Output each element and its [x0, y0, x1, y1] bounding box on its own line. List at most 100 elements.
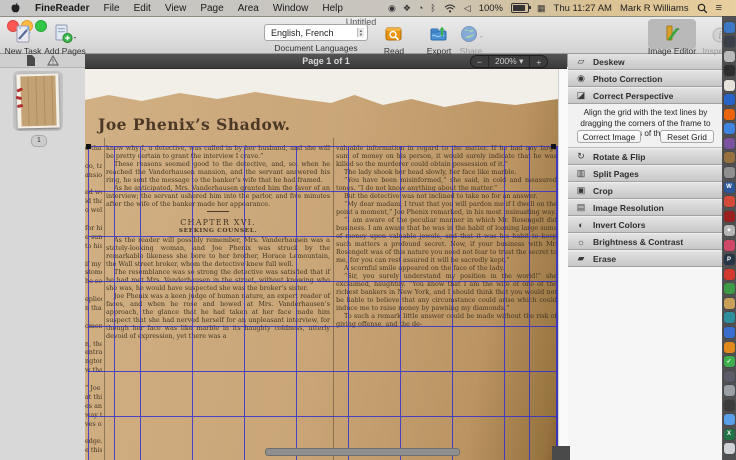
menu-user[interactable]: Mark R Williams [620, 3, 689, 14]
battery-icon[interactable] [511, 3, 529, 13]
screen: FineReader File Edit View Page Area Window Hel… [0, 0, 736, 460]
files-app-icon[interactable] [724, 152, 735, 163]
correct-perspective-content: Align the grid with the text lines by dr… [568, 104, 723, 148]
notes-app-icon[interactable] [724, 80, 735, 91]
photoshop-icon[interactable]: P [724, 254, 735, 265]
perspective-grid-overlay[interactable] [88, 146, 558, 460]
menu-clock[interactable]: Thu 11:27 AM [554, 3, 612, 14]
rotate-flip-tool[interactable]: ↻ Rotate & Flip [568, 148, 723, 165]
zoom-in-button[interactable]: + [529, 56, 547, 67]
tool-icon: ▱ [573, 56, 589, 67]
warnings-tab-icon[interactable] [47, 55, 59, 66]
tool-icon: ▣ [573, 185, 589, 196]
pink-app-icon[interactable] [724, 240, 735, 251]
reset-grid-button[interactable]: Reset Grid [660, 130, 714, 143]
firefox-icon[interactable] [724, 109, 735, 120]
read-button[interactable]: Read [375, 22, 413, 56]
tool-label: Invert Colors [593, 220, 645, 230]
correct-image-button[interactable]: Correct Image [577, 130, 641, 143]
utility-app-icon[interactable] [724, 65, 735, 76]
blue-circle-app-icon[interactable] [724, 327, 735, 338]
blue-app-icon[interactable] [724, 94, 735, 105]
document-view[interactable]: Joe Phenix’s Shadow. d thatoo, tak-ansio… [85, 67, 558, 460]
language-label: Document Languages [264, 43, 368, 53]
camera-gray-app-icon[interactable] [724, 385, 735, 396]
tool-icon: ▥ [573, 168, 589, 179]
menu-item[interactable]: Page [200, 3, 223, 14]
word-icon[interactable]: W [724, 182, 735, 193]
horizontal-scrollbar-thumb[interactable] [265, 448, 460, 456]
camera-app-icon[interactable] [724, 36, 735, 47]
brightness-contrast-tool[interactable]: ☼ Brightness & Contrast [568, 233, 723, 250]
tool-label: Image Resolution [593, 203, 664, 213]
photo-correction-tool[interactable]: ◉ Photo Correction [568, 70, 723, 87]
add-pages-button[interactable]: Add Pages [42, 22, 88, 56]
teal-app-icon[interactable] [724, 312, 735, 323]
volume-icon[interactable]: ◁ [464, 0, 471, 16]
tool-label: Photo Correction [593, 74, 662, 84]
tool-label: Brightness & Contrast [593, 237, 683, 247]
status-glyph-icons: ◉ ❖ ◔ ᛒ [388, 0, 436, 16]
menu-item[interactable]: Window [273, 3, 309, 14]
split-pages-tool[interactable]: ▥ Split Pages [568, 165, 723, 182]
spotlight-search-icon[interactable] [697, 3, 708, 14]
vertical-scrollbar-track[interactable] [558, 67, 568, 460]
red-circle-app-icon[interactable] [724, 269, 735, 280]
grid-corner-handle[interactable] [86, 144, 91, 149]
acrobat-icon[interactable] [724, 211, 735, 222]
trash-icon[interactable] [724, 443, 735, 454]
purple-app-icon[interactable] [724, 138, 735, 149]
menu-item[interactable]: Help [322, 3, 343, 14]
excel-icon[interactable]: X [724, 429, 735, 440]
orange-app-icon[interactable] [724, 342, 735, 353]
menu-item[interactable]: View [165, 3, 187, 14]
share-button[interactable]: Share [452, 22, 490, 56]
share-globe-icon [452, 22, 490, 44]
camera-status-icon[interactable]: ◉ [388, 0, 396, 16]
wifi-icon[interactable] [444, 4, 456, 13]
red-app-icon[interactable] [724, 196, 735, 207]
zoom-level[interactable]: 200% ▾ [488, 56, 529, 67]
zoom-control: − 200% ▾ + [470, 55, 548, 68]
image-resolution-tool[interactable]: ▤ Image Resolution [568, 199, 723, 216]
menu-item[interactable]: Area [238, 3, 259, 14]
time-machine-icon[interactable]: ◔ [418, 0, 423, 16]
language-dropdown[interactable]: English, French ▴▾ [264, 24, 368, 41]
star-app-icon[interactable]: ✦ [724, 225, 735, 236]
erase-tool[interactable]: ▰ Erase [568, 250, 723, 267]
page-thumbnail[interactable] [13, 71, 63, 131]
gray-app-icon[interactable] [724, 167, 735, 178]
stepper-icon: ▴▾ [357, 28, 364, 37]
tool-label: Correct Perspective [593, 91, 673, 101]
paw-app-icon[interactable] [724, 400, 735, 411]
menu-item[interactable]: File [103, 3, 119, 14]
crop-tool[interactable]: ▣ Crop [568, 182, 723, 199]
notification-center-icon[interactable]: ≡ [716, 0, 722, 16]
keyboard-app-icon[interactable] [724, 51, 735, 62]
green-app-icon[interactable] [724, 283, 735, 294]
menu-item[interactable]: Edit [134, 3, 151, 14]
grid-line [529, 147, 530, 460]
pages-tab-icon[interactable] [26, 55, 35, 66]
finder-icon[interactable] [724, 22, 735, 33]
blue-light-app-icon[interactable] [724, 414, 735, 425]
invert-colors-tool[interactable]: ◐ Invert Colors [568, 216, 723, 233]
magic-wand-icon [2, 22, 44, 44]
correct-perspective-tool[interactable]: ◪ Correct Perspective [568, 87, 723, 104]
apple-menu-icon[interactable] [10, 2, 21, 14]
chrome-icon[interactable] [724, 123, 735, 134]
image-editor-button[interactable]: Image Editor [640, 22, 704, 56]
panel-tools-top: ▱ Deskew ◉ Photo Correction ◪ Correct Pe… [568, 53, 723, 104]
keyboard-status-icon[interactable]: ▦ [537, 0, 546, 16]
grid-corner-handle[interactable] [551, 144, 556, 149]
tan-app-icon[interactable] [724, 298, 735, 309]
zoom-out-button[interactable]: − [471, 56, 488, 67]
dark-app-icon[interactable] [724, 371, 735, 382]
green-check-app-icon[interactable]: ✓ [724, 356, 735, 367]
tool-icon: ◪ [573, 90, 589, 101]
bluetooth-icon[interactable]: ᛒ [430, 0, 435, 16]
pixel-app-status-icon[interactable]: ❖ [403, 0, 411, 16]
menu-app-name[interactable]: FineReader [35, 3, 89, 14]
image-editor-icon [640, 22, 704, 44]
new-task-button[interactable]: New Task [2, 22, 44, 56]
